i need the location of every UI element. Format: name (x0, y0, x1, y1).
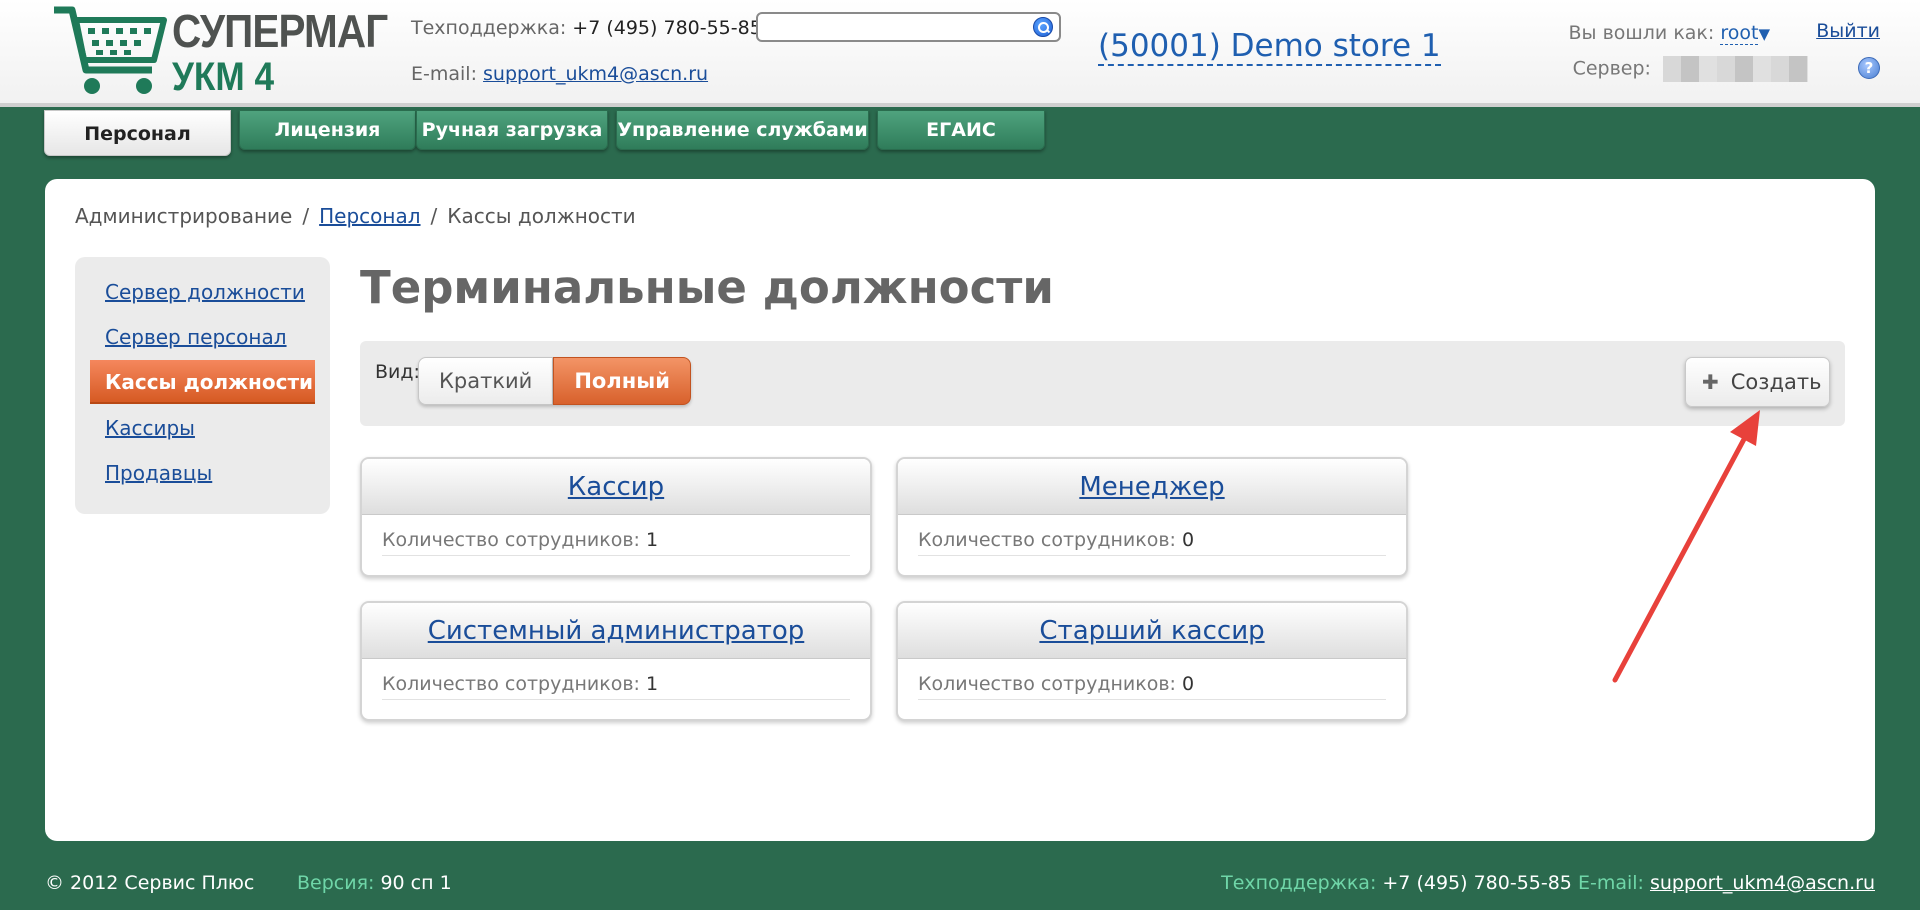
employee-count: 0 (1182, 673, 1195, 695)
breadcrumb-personnel-link[interactable]: Персонал (319, 204, 420, 228)
tab-services[interactable]: Управление службами (616, 110, 869, 150)
position-card: Менеджер Количество сотрудников: 0 (896, 457, 1408, 577)
sidebar-item-cashiers[interactable]: Кассиры (90, 406, 315, 450)
sidebar: Сервер должности Сервер персонал Кассы д… (75, 257, 330, 514)
email-label: E-mail: (411, 63, 477, 85)
header-contacts: Техподдержка: +7 (495) 780-55-85 E-mail:… (411, 14, 762, 106)
server-info: Сервер: (1573, 56, 1808, 82)
sidebar-item-sellers[interactable]: Продавцы (90, 451, 315, 495)
user-info: Вы вошли как: root▼ (1450, 20, 1770, 56)
breadcrumb-root: Администрирование (75, 204, 293, 228)
page-title: Терминальные должности (360, 261, 1054, 314)
annotation-arrow-icon (1612, 410, 1760, 683)
employee-count-label: Количество сотрудников: (918, 529, 1176, 551)
view-toggle: Краткий Полный (418, 357, 691, 405)
version-value: 90 сп 1 (380, 872, 452, 894)
support-phone: +7 (495) 780-55-85 (572, 17, 762, 39)
footer-contacts: Техподдержка: +7 (495) 780-55-85 E-mail:… (1221, 872, 1875, 894)
footer-support-label: Техподдержка: (1221, 872, 1377, 894)
position-card: Системный администратор Количество сотру… (360, 601, 872, 721)
employee-count: 1 (646, 673, 659, 695)
sidebar-item-server-personnel[interactable]: Сервер персонал (90, 315, 315, 359)
logo-title: СУПЕРМАГ (172, 5, 388, 57)
footer-email-link[interactable]: support_ukm4@ascn.ru (1650, 872, 1875, 894)
sidebar-item-server-positions[interactable]: Сервер должности (90, 270, 315, 314)
server-label: Сервер: (1572, 57, 1651, 80)
employee-count-label: Количество сотрудников: (382, 529, 640, 551)
header-bar: СУПЕРМАГ УКМ 4 Техподдержка: +7 (495) 78… (0, 0, 1920, 107)
position-card: Кассир Количество сотрудников: 1 (360, 457, 872, 577)
copyright: © 2012 Сервис Плюс (45, 872, 255, 894)
search-icon[interactable] (1033, 17, 1053, 37)
server-value-redacted (1663, 56, 1808, 82)
logged-as-label: Вы вошли как: (1568, 22, 1715, 44)
position-title-link[interactable]: Кассир (568, 472, 664, 502)
help-icon[interactable]: ? (1858, 57, 1880, 79)
tab-manual-load[interactable]: Ручная загрузка (416, 110, 608, 150)
employee-count: 1 (646, 529, 659, 551)
tab-egais[interactable]: ЕГАИС (877, 110, 1045, 150)
logo-subtitle: УКМ 4 (172, 55, 275, 99)
search-box (756, 12, 1061, 42)
logo[interactable]: СУПЕРМАГ УКМ 4 (52, 4, 388, 100)
position-title-link[interactable]: Менеджер (1079, 472, 1224, 502)
tab-personnel[interactable]: Персонал (44, 110, 231, 156)
breadcrumb-separator: / (302, 204, 310, 228)
position-title-link[interactable]: Системный администратор (428, 616, 805, 646)
tab-license[interactable]: Лицензия (239, 110, 416, 150)
breadcrumb-separator: / (430, 204, 438, 228)
view-label: Вид: (375, 361, 420, 383)
store-selector[interactable]: (50001) Demo store 1 (1098, 28, 1441, 66)
logout-link[interactable]: Выйти (1816, 20, 1880, 42)
create-button-label: Создать (1730, 370, 1822, 394)
version-label: Версия: (297, 872, 375, 894)
version-info: Версия: 90 сп 1 (297, 872, 452, 894)
breadcrumb: Администрирование / Персонал / Кассы должнос… (75, 204, 636, 228)
user-menu[interactable]: root (1720, 22, 1759, 45)
view-full-button[interactable]: Полный (553, 357, 691, 405)
position-title-link[interactable]: Старший кассир (1039, 616, 1264, 646)
sidebar-item-pos-positions[interactable]: Кассы должности (90, 360, 315, 404)
support-label: Техподдержка: (411, 17, 567, 39)
employee-count: 0 (1182, 529, 1195, 551)
search-input[interactable] (764, 15, 1024, 39)
footer-support-phone: +7 (495) 780-55-85 (1382, 872, 1572, 894)
view-short-button[interactable]: Краткий (418, 357, 554, 405)
position-card: Старший кассир Количество сотрудников: 0 (896, 601, 1408, 721)
breadcrumb-current: Кассы должности (447, 204, 636, 228)
employee-count-label: Количество сотрудников: (918, 673, 1176, 695)
cart-icon (54, 6, 167, 94)
footer-email-label: E-mail: (1577, 872, 1644, 894)
plus-icon: ✚ (1702, 370, 1719, 394)
caret-down-icon[interactable]: ▼ (1758, 25, 1770, 43)
support-email-link[interactable]: support_ukm4@ascn.ru (483, 63, 708, 85)
employee-count-label: Количество сотрудников: (382, 673, 640, 695)
